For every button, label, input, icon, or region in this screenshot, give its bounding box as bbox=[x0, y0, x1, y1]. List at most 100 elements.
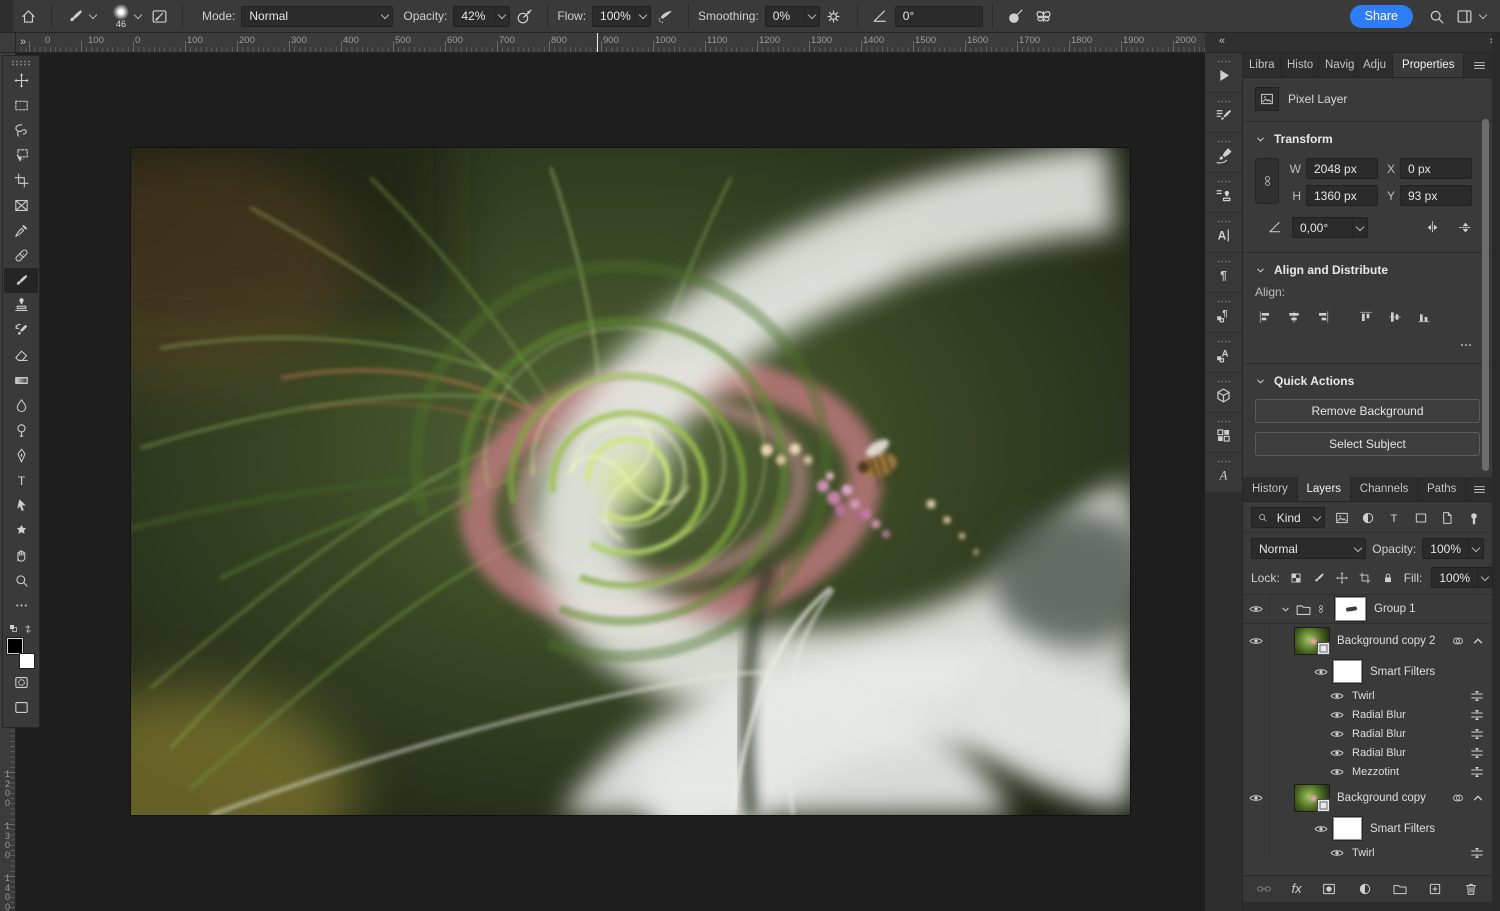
visibility-toggle[interactable] bbox=[1328, 726, 1346, 742]
chevron-down-icon[interactable] bbox=[635, 7, 650, 26]
tool-preset-button[interactable] bbox=[62, 3, 88, 29]
flip-horizontal-icon[interactable] bbox=[1424, 219, 1441, 236]
layer-style-button[interactable]: fx bbox=[1291, 882, 1301, 896]
link-layers-button[interactable] bbox=[1256, 881, 1272, 897]
document-canvas[interactable] bbox=[131, 148, 1130, 815]
add-mask-button[interactable] bbox=[1321, 881, 1337, 897]
rotate-angle-input[interactable]: 0,00° bbox=[1292, 217, 1368, 238]
visibility-toggle[interactable] bbox=[1243, 624, 1270, 657]
filter-row[interactable]: Radial Blur bbox=[1243, 724, 1492, 743]
background-color-swatch[interactable] bbox=[19, 653, 35, 669]
align-center-vertical-icon[interactable] bbox=[1387, 309, 1403, 325]
tool-lasso[interactable] bbox=[4, 118, 38, 143]
ruler-corner[interactable] bbox=[0, 33, 16, 53]
home-button[interactable] bbox=[15, 3, 41, 29]
tab-libraries[interactable]: Libra bbox=[1243, 53, 1281, 77]
link-dimensions-button[interactable] bbox=[1255, 158, 1279, 204]
tool-brush[interactable] bbox=[4, 268, 38, 293]
filter-type-layers-button[interactable]: T bbox=[1384, 508, 1404, 528]
tab-adjustments[interactable]: Adju bbox=[1357, 53, 1393, 77]
panel-character-styles[interactable]: A bbox=[1205, 333, 1242, 372]
visibility-toggle[interactable] bbox=[1243, 781, 1270, 814]
filter-adjustment-layers-button[interactable] bbox=[1358, 508, 1378, 528]
tool-history-brush[interactable] bbox=[4, 318, 38, 343]
flip-vertical-icon[interactable] bbox=[1457, 219, 1474, 236]
panel-menu-button[interactable] bbox=[1466, 53, 1492, 77]
new-group-button[interactable] bbox=[1392, 881, 1408, 897]
filter-blend-options-icon[interactable] bbox=[1469, 745, 1485, 761]
layer-name[interactable]: Background copy bbox=[1337, 792, 1426, 804]
smart-filters-badge-icon[interactable] bbox=[1451, 791, 1465, 805]
filter-name[interactable]: Mezzotint bbox=[1352, 766, 1399, 778]
properties-scrollbar[interactable] bbox=[1482, 119, 1489, 471]
toggle-brush-settings-button[interactable] bbox=[146, 3, 172, 29]
visibility-toggle[interactable] bbox=[1328, 688, 1346, 704]
chevron-down-icon[interactable] bbox=[1352, 218, 1367, 237]
filter-toggle-button[interactable] bbox=[1464, 508, 1484, 528]
tab-histogram[interactable]: Histo bbox=[1281, 53, 1319, 77]
x-input[interactable]: 0 px bbox=[1400, 158, 1472, 179]
filter-kind-select[interactable]: Kind bbox=[1251, 507, 1325, 528]
collapse-dock-icon[interactable]: « bbox=[1219, 35, 1223, 47]
blend-mode-select[interactable]: Normal bbox=[241, 6, 393, 27]
visibility-toggle[interactable] bbox=[1243, 595, 1270, 623]
share-button[interactable]: Share bbox=[1350, 5, 1413, 28]
filter-row[interactable]: Twirl bbox=[1243, 686, 1492, 705]
tab-history[interactable]: History bbox=[1243, 477, 1298, 501]
panel-glyphs[interactable]: A bbox=[1205, 453, 1242, 492]
smoothing-input[interactable]: 0% bbox=[765, 6, 820, 27]
layer-row-smart-layer[interactable]: Background copy bbox=[1243, 781, 1492, 814]
align-more-button[interactable] bbox=[1255, 325, 1480, 363]
filter-blend-options-icon[interactable] bbox=[1469, 726, 1485, 742]
y-input[interactable]: 93 px bbox=[1400, 185, 1472, 206]
align-left-icon[interactable] bbox=[1257, 309, 1273, 325]
smart-filters-row[interactable]: Smart Filters bbox=[1243, 657, 1492, 686]
align-top-icon[interactable] bbox=[1358, 309, 1374, 325]
tab-layers[interactable]: Layers bbox=[1298, 477, 1351, 501]
tool-frame[interactable] bbox=[4, 193, 38, 218]
filter-row[interactable]: Radial Blur bbox=[1243, 705, 1492, 724]
align-center-horizontal-icon[interactable] bbox=[1286, 309, 1302, 325]
tab-navigator[interactable]: Navig bbox=[1319, 53, 1357, 77]
pressure-opacity-button[interactable] bbox=[511, 3, 537, 29]
visibility-toggle[interactable] bbox=[1328, 764, 1346, 780]
chevron-down-icon[interactable] bbox=[1468, 539, 1483, 558]
filter-blend-options-icon[interactable] bbox=[1469, 764, 1485, 780]
default-colors-icon[interactable] bbox=[8, 623, 20, 635]
screen-mode-button[interactable] bbox=[4, 695, 38, 720]
filter-mask-thumbnail[interactable] bbox=[1334, 818, 1361, 839]
swap-colors-icon[interactable] bbox=[22, 623, 34, 635]
tool-pen[interactable] bbox=[4, 443, 38, 468]
tool-crop[interactable] bbox=[4, 168, 38, 193]
visibility-toggle[interactable] bbox=[1328, 745, 1346, 761]
filter-blend-options-icon[interactable] bbox=[1469, 707, 1485, 723]
lock-image-pixels-icon[interactable] bbox=[1312, 571, 1326, 585]
filter-blend-options-icon[interactable] bbox=[1469, 845, 1485, 861]
lock-artboard-icon[interactable] bbox=[1358, 571, 1372, 585]
select-subject-button[interactable]: Select Subject bbox=[1255, 432, 1480, 456]
panel-3d[interactable] bbox=[1205, 373, 1242, 412]
filter-shape-layers-button[interactable] bbox=[1411, 508, 1431, 528]
tool-path-selection[interactable] bbox=[4, 493, 38, 518]
panel-brush-settings[interactable] bbox=[1205, 93, 1242, 132]
layer-thumbnail[interactable] bbox=[1295, 628, 1329, 654]
new-layer-button[interactable] bbox=[1427, 881, 1443, 897]
filter-blend-options-icon[interactable] bbox=[1469, 688, 1485, 704]
panel-clone-source[interactable] bbox=[1205, 173, 1242, 212]
visibility-toggle[interactable] bbox=[1328, 707, 1346, 723]
filter-pixel-layers-button[interactable] bbox=[1331, 508, 1351, 528]
filter-name[interactable]: Twirl bbox=[1352, 847, 1375, 859]
new-adjustment-layer-button[interactable] bbox=[1357, 881, 1373, 897]
flow-input[interactable]: 100% bbox=[592, 6, 651, 27]
remove-background-button[interactable]: Remove Background bbox=[1255, 399, 1480, 423]
chevron-down-icon[interactable] bbox=[1479, 11, 1487, 19]
tab-paths[interactable]: Paths bbox=[1418, 477, 1466, 501]
chevron-down-icon[interactable] bbox=[89, 11, 97, 19]
layer-blend-mode-select[interactable]: Normal bbox=[1251, 538, 1366, 559]
chevron-down-icon[interactable] bbox=[1477, 568, 1492, 587]
group-mask-thumbnail[interactable] bbox=[1336, 598, 1365, 620]
brush-preset-picker[interactable]: 46 bbox=[108, 4, 134, 28]
align-right-icon[interactable] bbox=[1315, 309, 1331, 325]
filter-row[interactable]: Radial Blur bbox=[1243, 743, 1492, 762]
layer-thumbnail[interactable] bbox=[1295, 785, 1329, 811]
